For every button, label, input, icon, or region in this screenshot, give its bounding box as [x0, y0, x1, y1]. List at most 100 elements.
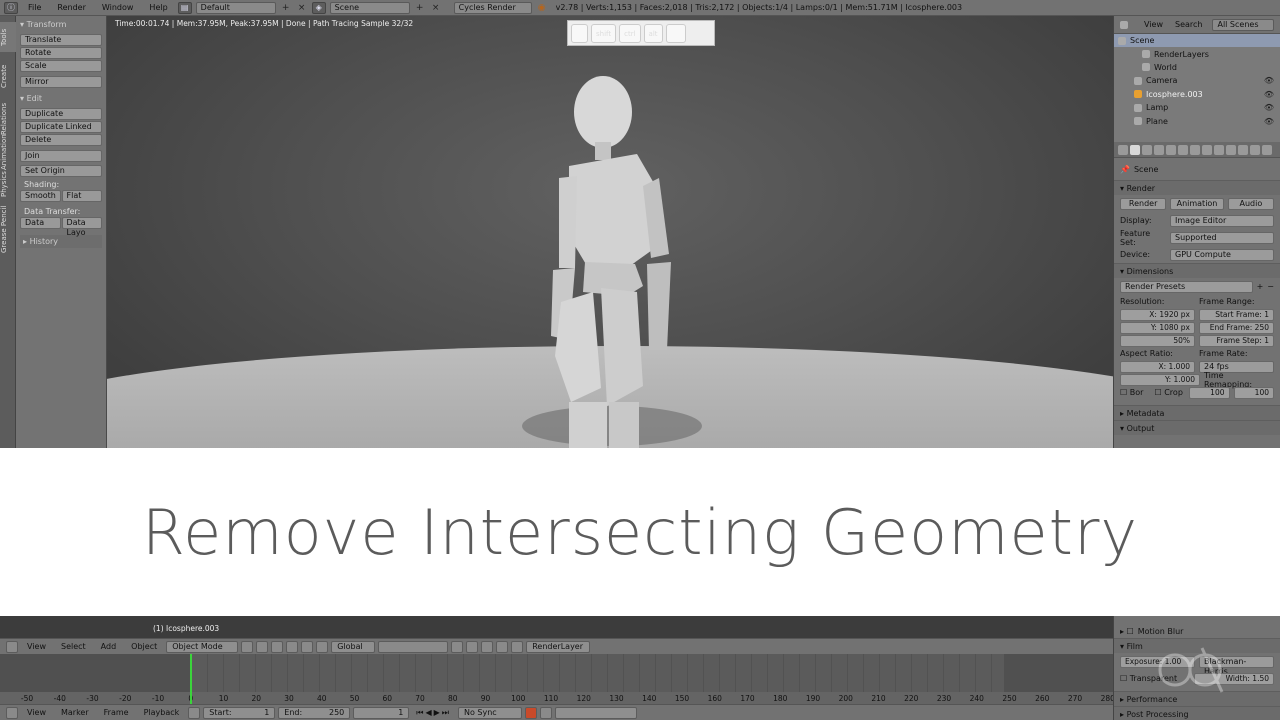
tab-physics[interactable]: Physics — [0, 166, 16, 202]
outliner-editor-icon[interactable] — [1120, 20, 1128, 29]
timeline-editor[interactable]: -50-40-30-20-100102030405060708090100110… — [0, 654, 1113, 704]
outliner-row-lamp[interactable]: Lamp 👁 — [1114, 101, 1280, 114]
material-tab-icon[interactable] — [1226, 145, 1236, 155]
texture-tab-icon[interactable] — [1238, 145, 1248, 155]
proportional-edit-icon[interactable] — [451, 640, 464, 653]
outliner-view-menu[interactable]: View — [1144, 20, 1163, 29]
tab-tools[interactable]: Tools — [0, 22, 16, 52]
current-frame-field[interactable]: 1 — [353, 706, 410, 719]
outliner-row-camera[interactable]: Camera 👁 — [1114, 74, 1280, 87]
render-presets-select[interactable]: Render Presets — [1120, 280, 1253, 293]
data-layout-button[interactable]: Data Layo — [61, 217, 102, 237]
render-engine-select[interactable]: Cycles Render — [453, 1, 532, 14]
remap-old-field[interactable]: 100 — [1189, 386, 1230, 399]
start-frame-field[interactable]: Start Frame: 1 — [1199, 308, 1274, 321]
crop-checkbox[interactable]: ☐ Crop — [1155, 388, 1186, 397]
resolution-x-field[interactable]: X: 1920 px — [1120, 308, 1195, 321]
smooth-button[interactable]: Smooth — [20, 190, 61, 202]
constraints-tab-icon[interactable] — [1190, 145, 1200, 155]
scale-button[interactable]: Scale — [20, 60, 102, 72]
device-select[interactable]: GPU Compute — [1170, 248, 1274, 261]
transform-orientation-select[interactable]: Global — [331, 640, 376, 653]
character-mesh[interactable] — [107, 16, 1113, 448]
playback-controls-icon[interactable]: ⏮◀▶⏭ — [412, 708, 455, 718]
editor-type-icon[interactable] — [1118, 145, 1128, 155]
editor-type-icon[interactable] — [6, 640, 18, 653]
render-layers-tab-icon[interactable] — [1142, 145, 1152, 155]
scene-field[interactable]: Scene — [329, 1, 410, 14]
pivot-point-icon[interactable] — [256, 640, 269, 653]
keying-set-icon[interactable] — [540, 706, 552, 719]
current-frame-cursor[interactable] — [190, 654, 192, 704]
object-tab-icon[interactable] — [1178, 145, 1188, 155]
menu-marker[interactable]: Marker — [55, 708, 95, 717]
dimensions-panel-header[interactable]: ▾ Dimensions — [1114, 263, 1280, 278]
layers-grid[interactable] — [378, 640, 449, 653]
menu-object[interactable]: Object — [125, 642, 163, 651]
menu-view[interactable]: View — [21, 642, 52, 651]
blender-info-icon[interactable]: ⓘ — [4, 1, 18, 14]
editor-type-icon[interactable] — [6, 706, 18, 719]
menu-view[interactable]: View — [21, 708, 52, 717]
history-panel-header[interactable]: ▸ History — [20, 235, 102, 248]
menu-select[interactable]: Select — [55, 642, 92, 651]
menu-frame[interactable]: Frame — [98, 708, 135, 717]
flat-button[interactable]: Flat — [61, 190, 102, 202]
start-frame-field[interactable]: Start: 1 — [203, 706, 276, 719]
pin-icon[interactable]: 📌 — [1120, 165, 1130, 174]
menu-add[interactable]: Add — [95, 642, 123, 651]
opengl-render-icon[interactable] — [496, 640, 509, 653]
eye-icon[interactable]: 👁 — [1264, 115, 1274, 128]
edit-panel-header[interactable]: ▾ Edit — [20, 92, 102, 105]
preview-range-icon[interactable] — [188, 706, 201, 719]
metadata-panel-header[interactable]: ▸ Metadata — [1114, 405, 1280, 420]
animation-button[interactable]: Animation — [1170, 197, 1224, 210]
scale-manipulator-icon[interactable] — [316, 640, 329, 653]
menu-render[interactable]: Render — [51, 3, 91, 12]
resolution-y-field[interactable]: Y: 1080 px — [1120, 321, 1195, 334]
tab-grease-pencil[interactable]: Grease Pencil — [0, 204, 16, 254]
rotate-button[interactable]: Rotate — [20, 47, 102, 59]
duplicate-button[interactable]: Duplicate — [20, 108, 102, 120]
modifiers-tab-icon[interactable] — [1202, 145, 1212, 155]
scene-icon[interactable]: ◈ — [311, 1, 326, 14]
record-icon[interactable] — [525, 706, 537, 719]
motion-blur-row[interactable]: ▸ ☐ Motion Blur — [1114, 624, 1280, 638]
snap-icon[interactable] — [466, 640, 479, 653]
outliner-display-select[interactable]: All Scenes — [1212, 18, 1275, 31]
opengl-animation-icon[interactable] — [511, 640, 524, 653]
viewport-shading-icon[interactable] — [241, 640, 254, 653]
screen-layout-icon[interactable]: ▤ — [177, 1, 192, 14]
delete-button[interactable]: Delete — [20, 134, 102, 146]
add-preset-icon[interactable]: + — [1257, 282, 1264, 291]
feature-set-select[interactable]: Supported — [1170, 231, 1274, 244]
resolution-percentage-field[interactable]: 50% — [1120, 334, 1195, 347]
border-checkbox[interactable]: ☐ Bor — [1120, 388, 1151, 397]
remap-new-field[interactable]: 100 — [1233, 386, 1274, 399]
aspect-y-field[interactable]: Y: 1.000 — [1120, 373, 1200, 386]
translate-button[interactable]: Translate — [20, 34, 102, 46]
physics-tab-icon[interactable] — [1262, 145, 1272, 155]
menu-playback[interactable]: Playback — [138, 708, 186, 717]
eye-icon[interactable]: 👁 — [1264, 74, 1274, 87]
render-tab-icon[interactable] — [1130, 145, 1140, 155]
outliner-row-world[interactable]: World — [1114, 61, 1280, 74]
set-origin-button[interactable]: Set Origin — [20, 165, 102, 177]
eye-icon[interactable]: 👁 — [1264, 101, 1274, 114]
rotate-manipulator-icon[interactable] — [301, 640, 314, 653]
menu-file[interactable]: File — [22, 3, 47, 12]
particles-tab-icon[interactable] — [1250, 145, 1260, 155]
outliner-row-plane[interactable]: Plane 👁 — [1114, 114, 1280, 127]
outliner-row-renderlayers[interactable]: RenderLayers — [1114, 47, 1280, 60]
remove-preset-icon[interactable]: − — [1267, 282, 1274, 291]
outliner-search-menu[interactable]: Search — [1175, 20, 1202, 29]
snap-element-icon[interactable] — [481, 640, 494, 653]
3d-viewport[interactable]: Time:00:01.74 | Mem:37.95M, Peak:37.95M … — [107, 16, 1113, 448]
outliner-row-icosphere[interactable]: Icosphere.003 👁 — [1114, 88, 1280, 101]
add-layout-icon[interactable]: + — [280, 2, 292, 14]
menu-help[interactable]: Help — [143, 3, 173, 12]
render-button[interactable]: Render — [1120, 197, 1167, 210]
frame-step-field[interactable]: Frame Step: 1 — [1199, 334, 1274, 347]
duplicate-linked-button[interactable]: Duplicate Linked — [20, 121, 102, 133]
mirror-button[interactable]: Mirror — [20, 76, 102, 88]
